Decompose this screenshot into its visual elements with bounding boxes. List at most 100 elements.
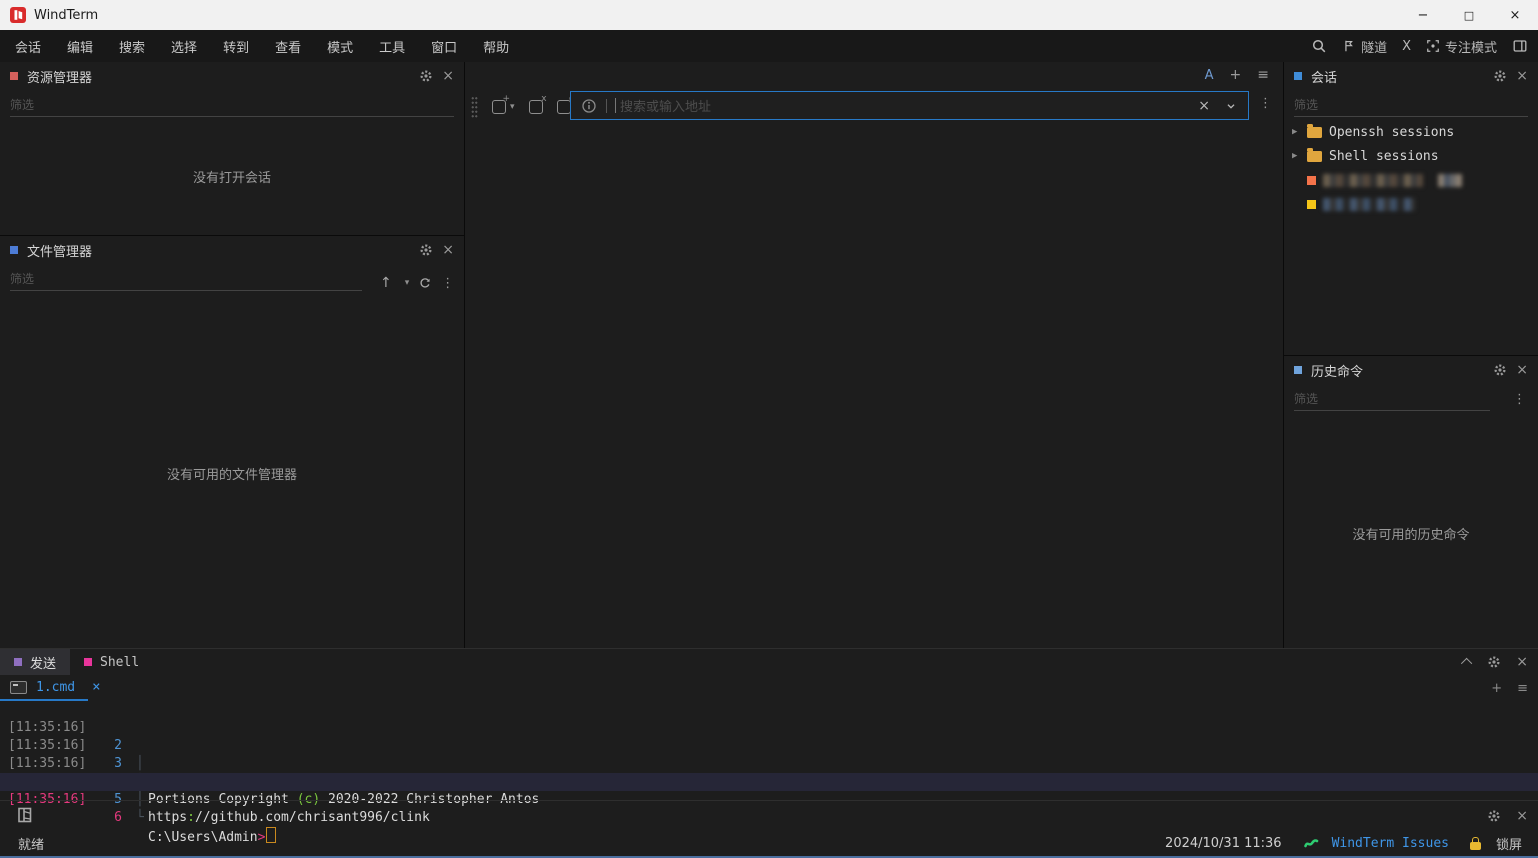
upload-arrow-icon[interactable]: ↑	[380, 275, 392, 291]
more-options-icon[interactable]: ⋮	[1259, 96, 1272, 111]
font-size-icon[interactable]: A	[1205, 68, 1214, 83]
windterm-logo-icon	[10, 7, 26, 23]
tab-menu-icon[interactable]: ≡	[1517, 681, 1528, 696]
address-bar-input[interactable]: 搜索或输入地址 ×	[570, 91, 1249, 120]
history-panel: 历史命令 × 筛选 ⋮ 没有可用的历史命令	[1284, 355, 1538, 648]
sessions-filter-input[interactable]: 筛选	[1294, 92, 1528, 117]
menu-goto[interactable]: 转到	[210, 30, 262, 62]
menu-select[interactable]: 选择	[158, 30, 210, 62]
close-session-icon[interactable]	[529, 100, 543, 114]
filemanager-panel-icon	[10, 246, 18, 254]
filemanager-panel-header: 文件管理器 ×	[0, 236, 464, 264]
tree-item-shell-sessions[interactable]: ▶ Shell sessions	[1284, 144, 1538, 168]
status-datetime[interactable]: 2024/10/31 11:36	[1165, 836, 1282, 851]
session-item-redacted-1[interactable]	[1284, 168, 1538, 192]
tab-send[interactable]: 发送	[0, 649, 70, 675]
menu-mode[interactable]: 模式	[314, 30, 366, 62]
menu-bar-right: 隧道 X 专注模式	[1311, 30, 1528, 62]
add-pane-icon[interactable]: +	[1230, 67, 1242, 83]
close-icon[interactable]: ×	[1516, 362, 1528, 378]
cmd-icon	[10, 681, 27, 694]
history-empty-text: 没有可用的历史命令	[1284, 524, 1538, 543]
menu-view[interactable]: 查看	[262, 30, 314, 62]
gear-icon[interactable]	[419, 243, 433, 257]
explorer-filter-input[interactable]: 筛选	[10, 92, 454, 117]
collapse-chevron-icon[interactable]	[1461, 658, 1472, 669]
lock-screen-button[interactable]: 锁屏	[1496, 834, 1522, 853]
chevron-down-icon[interactable]: ▾	[510, 102, 515, 112]
close-icon[interactable]: ×	[1516, 808, 1528, 824]
tunnel-button[interactable]: 隧道	[1342, 37, 1387, 56]
focus-mode-button[interactable]: 专注模式	[1426, 37, 1497, 56]
tree-item-openssh-sessions[interactable]: ▶ Openssh sessions	[1284, 120, 1538, 144]
layout-icon[interactable]	[1512, 38, 1528, 54]
tab-shell-icon	[84, 658, 92, 666]
left-column: 资源管理器 × 筛选 没有打开会话 文件管理器 × 筛选	[0, 62, 465, 648]
pane-menu-icon[interactable]: ≡	[1257, 67, 1269, 83]
history-panel-header: 历史命令 ×	[1284, 356, 1538, 384]
tab-shell[interactable]: Shell	[70, 649, 153, 675]
gear-icon[interactable]	[1493, 363, 1507, 377]
bottom-panel: 发送 Shell × 1.cmd × + ≡	[0, 648, 1538, 800]
new-tab-icon[interactable]: +	[1491, 681, 1502, 696]
minimize-button[interactable]: −	[1400, 0, 1446, 30]
close-button[interactable]: ×	[1492, 0, 1538, 30]
sessions-panel-title: 会话	[1311, 67, 1337, 86]
expand-caret-icon[interactable]: ▶	[1292, 151, 1300, 161]
menu-session[interactable]: 会话	[2, 30, 54, 62]
chevron-down-icon[interactable]: ▾	[405, 278, 410, 288]
session-item-redacted-2[interactable]	[1284, 192, 1538, 216]
filemanager-filter-input[interactable]: 筛选	[10, 266, 362, 291]
info-icon[interactable]	[581, 98, 597, 114]
menu-window[interactable]: 窗口	[418, 30, 470, 62]
dock-controls: ×	[1487, 801, 1528, 831]
gear-icon[interactable]	[1493, 69, 1507, 83]
sessions-panel-icon	[1294, 72, 1302, 80]
toolbar-grip-handle[interactable]	[471, 96, 478, 118]
refresh-icon[interactable]	[418, 276, 432, 290]
status-ready-text: 就绪	[18, 834, 44, 853]
gear-icon[interactable]	[1487, 655, 1501, 669]
address-placeholder: 搜索或输入地址	[620, 96, 1198, 115]
menu-edit[interactable]: 编辑	[54, 30, 106, 62]
chevron-down-icon[interactable]	[1224, 99, 1238, 113]
more-options-icon[interactable]: ⋮	[1513, 392, 1526, 407]
lock-icon	[1470, 842, 1481, 850]
gear-icon[interactable]	[1487, 809, 1501, 823]
separator	[606, 99, 607, 113]
terminal-line: [11:35:16] 4 │ https://github.com/chrisa…	[0, 737, 1538, 755]
menu-search[interactable]: 搜索	[106, 30, 158, 62]
close-icon[interactable]: ×	[1516, 68, 1528, 84]
terminal-output[interactable]: [11:35:16] 2 │ Copyright (c) 2012-2018 M…	[0, 701, 1538, 801]
menu-tools[interactable]: 工具	[366, 30, 418, 62]
close-icon[interactable]: ×	[442, 242, 454, 258]
history-filter-input[interactable]: 筛选	[1294, 386, 1490, 411]
x-mode-button[interactable]: X	[1402, 39, 1411, 54]
sessions-tree: ▶ Openssh sessions ▶ Shell sessions	[1284, 120, 1538, 216]
close-icon[interactable]: ×	[1516, 654, 1528, 670]
maximize-button[interactable]: □	[1446, 0, 1492, 30]
close-icon[interactable]: ×	[442, 68, 454, 84]
session-pane-controls: A + ≡	[1205, 67, 1269, 83]
expand-caret-icon[interactable]: ▶	[1292, 127, 1300, 137]
gear-icon[interactable]	[419, 69, 433, 83]
bottom-tab-row: 发送 Shell ×	[0, 649, 1538, 675]
bottom-panel-controls: ×	[1464, 649, 1528, 675]
terminal-current-line: [11:35:16] 6 C:\Users\Admin>	[0, 773, 1538, 791]
windterm-issues-link[interactable]: WindTerm Issues	[1332, 836, 1449, 851]
history-panel-title: 历史命令	[1311, 361, 1363, 380]
dock-row: ×	[0, 800, 1538, 830]
more-options-icon[interactable]: ⋮	[441, 276, 454, 291]
redacted-text	[1323, 198, 1415, 211]
terminal-tab-1cmd[interactable]: 1.cmd ×	[10, 675, 101, 699]
explorer-panel-header: 资源管理器 ×	[0, 62, 464, 90]
menu-help[interactable]: 帮助	[470, 30, 522, 62]
windterm-dock-icon[interactable]	[16, 806, 34, 824]
new-session-icon[interactable]	[492, 100, 506, 114]
close-tab-icon[interactable]: ×	[92, 679, 100, 695]
session-dot-icon	[1307, 200, 1316, 209]
clear-icon[interactable]: ×	[1198, 98, 1210, 114]
search-icon[interactable]	[1311, 38, 1327, 54]
reopen-session-icon[interactable]	[557, 100, 571, 114]
tab-send-icon	[14, 658, 22, 666]
